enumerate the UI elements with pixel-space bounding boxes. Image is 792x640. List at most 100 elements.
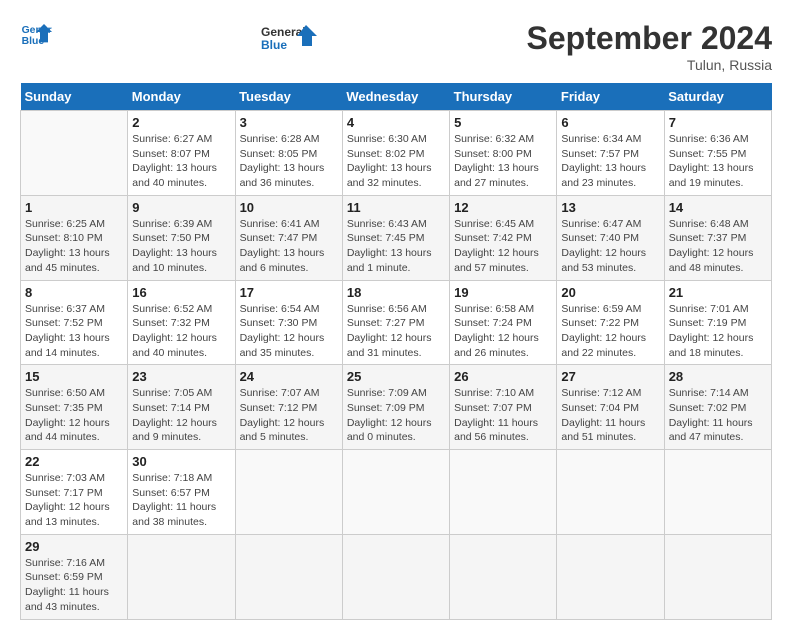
day-number: 10 <box>240 200 338 215</box>
calendar-week-row: 29 Sunrise: 7:16 AM Sunset: 6:59 PM Dayl… <box>21 534 772 619</box>
day-header-sunday: Sunday <box>21 83 128 111</box>
calendar-cell: 7 Sunrise: 6:36 AM Sunset: 7:55 PM Dayli… <box>664 111 771 196</box>
day-info: Sunrise: 7:05 AM Sunset: 7:14 PM Dayligh… <box>132 386 230 445</box>
calendar-cell <box>128 534 235 619</box>
day-number: 29 <box>25 539 123 554</box>
calendar-cell: 17 Sunrise: 6:54 AM Sunset: 7:30 PM Dayl… <box>235 280 342 365</box>
day-number: 21 <box>669 285 767 300</box>
logo-icon: General Blue <box>20 20 52 48</box>
calendar-cell: 2 Sunrise: 6:27 AM Sunset: 8:07 PM Dayli… <box>128 111 235 196</box>
calendar-cell: 5 Sunrise: 6:32 AM Sunset: 8:00 PM Dayli… <box>450 111 557 196</box>
calendar-week-row: 15 Sunrise: 6:50 AM Sunset: 7:35 PM Dayl… <box>21 365 772 450</box>
calendar-cell: 9 Sunrise: 6:39 AM Sunset: 7:50 PM Dayli… <box>128 195 235 280</box>
calendar-cell <box>557 534 664 619</box>
day-info: Sunrise: 7:16 AM Sunset: 6:59 PM Dayligh… <box>25 556 123 615</box>
day-number: 16 <box>132 285 230 300</box>
day-info: Sunrise: 6:45 AM Sunset: 7:42 PM Dayligh… <box>454 217 552 276</box>
day-info: Sunrise: 6:32 AM Sunset: 8:00 PM Dayligh… <box>454 132 552 191</box>
day-number: 14 <box>669 200 767 215</box>
day-number: 23 <box>132 369 230 384</box>
day-header-tuesday: Tuesday <box>235 83 342 111</box>
day-info: Sunrise: 6:27 AM Sunset: 8:07 PM Dayligh… <box>132 132 230 191</box>
calendar-cell: 29 Sunrise: 7:16 AM Sunset: 6:59 PM Dayl… <box>21 534 128 619</box>
calendar-cell <box>235 534 342 619</box>
calendar-cell: 11 Sunrise: 6:43 AM Sunset: 7:45 PM Dayl… <box>342 195 449 280</box>
calendar-week-row: 1 Sunrise: 6:25 AM Sunset: 8:10 PM Dayli… <box>21 195 772 280</box>
day-info: Sunrise: 6:59 AM Sunset: 7:22 PM Dayligh… <box>561 302 659 361</box>
day-info: Sunrise: 6:37 AM Sunset: 7:52 PM Dayligh… <box>25 302 123 361</box>
calendar-cell <box>342 450 449 535</box>
month-title: September 2024 <box>527 20 772 57</box>
day-header-thursday: Thursday <box>450 83 557 111</box>
calendar-cell <box>664 534 771 619</box>
day-info: Sunrise: 6:30 AM Sunset: 8:02 PM Dayligh… <box>347 132 445 191</box>
day-number: 4 <box>347 115 445 130</box>
page-header: General Blue General Blue General Blue S… <box>20 20 772 73</box>
calendar-cell <box>450 534 557 619</box>
day-number: 6 <box>561 115 659 130</box>
calendar-table: SundayMondayTuesdayWednesdayThursdayFrid… <box>20 83 772 620</box>
day-info: Sunrise: 6:50 AM Sunset: 7:35 PM Dayligh… <box>25 386 123 445</box>
day-header-friday: Friday <box>557 83 664 111</box>
calendar-cell: 30 Sunrise: 7:18 AM Sunset: 6:57 PM Dayl… <box>128 450 235 535</box>
day-header-wednesday: Wednesday <box>342 83 449 111</box>
calendar-cell: 21 Sunrise: 7:01 AM Sunset: 7:19 PM Dayl… <box>664 280 771 365</box>
day-number: 25 <box>347 369 445 384</box>
calendar-cell <box>235 450 342 535</box>
day-info: Sunrise: 6:39 AM Sunset: 7:50 PM Dayligh… <box>132 217 230 276</box>
day-number: 15 <box>25 369 123 384</box>
day-number: 3 <box>240 115 338 130</box>
day-number: 12 <box>454 200 552 215</box>
day-info: Sunrise: 7:09 AM Sunset: 7:09 PM Dayligh… <box>347 386 445 445</box>
day-info: Sunrise: 6:58 AM Sunset: 7:24 PM Dayligh… <box>454 302 552 361</box>
day-info: Sunrise: 6:48 AM Sunset: 7:37 PM Dayligh… <box>669 217 767 276</box>
day-info: Sunrise: 6:47 AM Sunset: 7:40 PM Dayligh… <box>561 217 659 276</box>
day-number: 7 <box>669 115 767 130</box>
day-number: 17 <box>240 285 338 300</box>
calendar-cell: 16 Sunrise: 6:52 AM Sunset: 7:32 PM Dayl… <box>128 280 235 365</box>
day-info: Sunrise: 6:25 AM Sunset: 8:10 PM Dayligh… <box>25 217 123 276</box>
day-number: 13 <box>561 200 659 215</box>
calendar-cell: 13 Sunrise: 6:47 AM Sunset: 7:40 PM Dayl… <box>557 195 664 280</box>
calendar-cell: 23 Sunrise: 7:05 AM Sunset: 7:14 PM Dayl… <box>128 365 235 450</box>
day-info: Sunrise: 6:41 AM Sunset: 7:47 PM Dayligh… <box>240 217 338 276</box>
day-info: Sunrise: 7:03 AM Sunset: 7:17 PM Dayligh… <box>25 471 123 530</box>
calendar-cell <box>450 450 557 535</box>
day-number: 18 <box>347 285 445 300</box>
calendar-cell <box>21 111 128 196</box>
day-info: Sunrise: 6:28 AM Sunset: 8:05 PM Dayligh… <box>240 132 338 191</box>
day-number: 2 <box>132 115 230 130</box>
calendar-cell: 1 Sunrise: 6:25 AM Sunset: 8:10 PM Dayli… <box>21 195 128 280</box>
calendar-cell: 27 Sunrise: 7:12 AM Sunset: 7:04 PM Dayl… <box>557 365 664 450</box>
calendar-cell: 15 Sunrise: 6:50 AM Sunset: 7:35 PM Dayl… <box>21 365 128 450</box>
calendar-cell: 3 Sunrise: 6:28 AM Sunset: 8:05 PM Dayli… <box>235 111 342 196</box>
day-number: 11 <box>347 200 445 215</box>
calendar-cell: 19 Sunrise: 6:58 AM Sunset: 7:24 PM Dayl… <box>450 280 557 365</box>
location-subtitle: Tulun, Russia <box>527 57 772 73</box>
day-info: Sunrise: 7:01 AM Sunset: 7:19 PM Dayligh… <box>669 302 767 361</box>
day-number: 19 <box>454 285 552 300</box>
day-info: Sunrise: 7:07 AM Sunset: 7:12 PM Dayligh… <box>240 386 338 445</box>
calendar-cell: 25 Sunrise: 7:09 AM Sunset: 7:09 PM Dayl… <box>342 365 449 450</box>
calendar-cell: 4 Sunrise: 6:30 AM Sunset: 8:02 PM Dayli… <box>342 111 449 196</box>
calendar-cell: 22 Sunrise: 7:03 AM Sunset: 7:17 PM Dayl… <box>21 450 128 535</box>
calendar-cell <box>557 450 664 535</box>
calendar-cell: 10 Sunrise: 6:41 AM Sunset: 7:47 PM Dayl… <box>235 195 342 280</box>
day-header-saturday: Saturday <box>664 83 771 111</box>
day-info: Sunrise: 6:52 AM Sunset: 7:32 PM Dayligh… <box>132 302 230 361</box>
day-number: 9 <box>132 200 230 215</box>
day-number: 22 <box>25 454 123 469</box>
calendar-week-row: 2 Sunrise: 6:27 AM Sunset: 8:07 PM Dayli… <box>21 111 772 196</box>
logo-bird-icon: General Blue <box>259 20 319 55</box>
calendar-cell: 26 Sunrise: 7:10 AM Sunset: 7:07 PM Dayl… <box>450 365 557 450</box>
day-number: 5 <box>454 115 552 130</box>
calendar-cell: 24 Sunrise: 7:07 AM Sunset: 7:12 PM Dayl… <box>235 365 342 450</box>
day-info: Sunrise: 6:36 AM Sunset: 7:55 PM Dayligh… <box>669 132 767 191</box>
day-info: Sunrise: 7:12 AM Sunset: 7:04 PM Dayligh… <box>561 386 659 445</box>
day-info: Sunrise: 6:34 AM Sunset: 7:57 PM Dayligh… <box>561 132 659 191</box>
calendar-cell: 14 Sunrise: 6:48 AM Sunset: 7:37 PM Dayl… <box>664 195 771 280</box>
day-number: 1 <box>25 200 123 215</box>
day-number: 20 <box>561 285 659 300</box>
day-info: Sunrise: 6:43 AM Sunset: 7:45 PM Dayligh… <box>347 217 445 276</box>
day-header-monday: Monday <box>128 83 235 111</box>
